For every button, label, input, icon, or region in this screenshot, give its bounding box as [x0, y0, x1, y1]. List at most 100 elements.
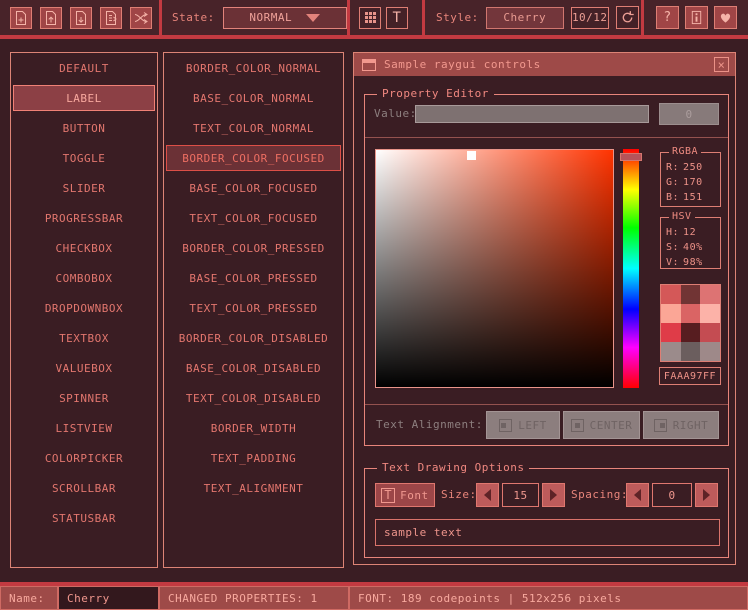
properties-list-item[interactable]: BORDER_COLOR_FOCUSED [166, 145, 341, 171]
controls-list-item[interactable]: COMBOBOX [13, 265, 155, 291]
properties-list-item[interactable]: TEXT_COLOR_DISABLED [166, 385, 341, 411]
grid-icon [365, 12, 376, 23]
save-file-button[interactable] [70, 7, 92, 29]
color-picker-panel[interactable] [375, 149, 614, 388]
controls-list-item[interactable]: STATUSBAR [13, 505, 155, 531]
style-name-input[interactable]: Cherry [58, 586, 159, 610]
close-icon[interactable]: × [714, 57, 729, 72]
properties-list-item[interactable]: BORDER_COLOR_DISABLED [166, 325, 341, 351]
controls-list-item[interactable]: TEXTBOX [13, 325, 155, 351]
properties-list-item[interactable]: BORDER_WIDTH [166, 415, 341, 441]
value-slider[interactable] [415, 105, 649, 123]
arrow-right-icon [550, 489, 557, 501]
new-file-button[interactable] [10, 7, 32, 29]
controls-list-item[interactable]: BUTTON [13, 115, 155, 141]
window-titlebar[interactable]: Sample raygui controls × [354, 53, 735, 76]
palette-color-cell[interactable] [700, 285, 720, 304]
spacing-value-box[interactable]: 0 [652, 483, 692, 507]
new-file-icon [13, 10, 29, 26]
font-button[interactable]: T Font [375, 483, 435, 507]
font-button-label: Font [400, 489, 429, 502]
toolbar-divider [0, 35, 748, 39]
properties-list-item[interactable]: BASE_COLOR_NORMAL [166, 85, 341, 111]
save-file-icon [73, 10, 89, 26]
text-options-title: Text Drawing Options [377, 461, 529, 474]
controls-list-item[interactable]: VALUEBOX [13, 355, 155, 381]
controls-list-item[interactable]: SPINNER [13, 385, 155, 411]
help-button[interactable]: ? [656, 6, 679, 29]
properties-list-item[interactable]: TEXT_COLOR_FOCUSED [166, 205, 341, 231]
sample-text-input[interactable]: sample text [375, 519, 720, 546]
palette-color-cell[interactable] [700, 323, 720, 342]
reload-style-button[interactable] [616, 6, 639, 29]
palette-color-cell[interactable] [700, 342, 720, 361]
color-palette [660, 284, 721, 362]
properties-list-item[interactable]: TEXT_ALIGNMENT [166, 475, 341, 501]
rguistyler-app: State: NORMAL T Style: Cherry 10/12 [0, 0, 748, 610]
open-file-button[interactable] [40, 7, 62, 29]
properties-list-item[interactable]: TEXT_COLOR_PRESSED [166, 295, 341, 321]
properties-list-item[interactable]: TEXT_COLOR_NORMAL [166, 115, 341, 141]
controls-list-item[interactable]: DEFAULT [13, 55, 155, 81]
spacing-decrease-button[interactable] [626, 483, 649, 507]
rgba-row: R:250 [666, 160, 720, 175]
controls-list-item[interactable]: TOGGLE [13, 145, 155, 171]
align-left-button[interactable]: LEFT [486, 411, 560, 439]
rgba-title: RGBA [669, 146, 701, 157]
palette-color-cell[interactable] [681, 323, 701, 342]
size-value-box[interactable]: 15 [502, 483, 539, 507]
state-label: State: [172, 11, 215, 24]
style-name: Cherry [503, 11, 546, 24]
hue-slider[interactable] [623, 149, 639, 388]
hsv-row: S:40% [666, 240, 720, 255]
size-decrease-button[interactable] [476, 483, 499, 507]
palette-color-cell[interactable] [661, 342, 681, 361]
color-picker-cursor[interactable] [467, 151, 476, 160]
controls-list-item[interactable]: CHECKBOX [13, 235, 155, 261]
controls-list-item[interactable]: LISTVIEW [13, 415, 155, 441]
align-button-label: RIGHT [673, 419, 709, 432]
text-mode-icon: T [393, 10, 402, 26]
align-button-label: CENTER [590, 419, 633, 432]
sponsor-button[interactable] [714, 6, 737, 29]
controls-list-item[interactable]: LABEL [13, 85, 155, 111]
hue-slider-handle[interactable] [620, 153, 642, 161]
properties-list-item[interactable]: BORDER_COLOR_NORMAL [166, 55, 341, 81]
controls-list-item[interactable]: DROPDOWNBOX [13, 295, 155, 321]
arrow-left-icon [634, 489, 641, 501]
help-icon: ? [663, 10, 671, 25]
properties-list-item[interactable]: BASE_COLOR_FOCUSED [166, 175, 341, 201]
about-button[interactable] [685, 6, 708, 29]
palette-color-cell[interactable] [661, 304, 681, 323]
align-right-button[interactable]: RIGHT [643, 411, 719, 439]
font-T-icon: T [381, 488, 395, 503]
separator-line [365, 137, 728, 138]
spacing-increase-button[interactable] [695, 483, 718, 507]
randomize-style-button[interactable] [130, 7, 152, 29]
state-dropdown[interactable]: NORMAL [223, 7, 347, 29]
properties-list-item[interactable]: BASE_COLOR_PRESSED [166, 265, 341, 291]
font-preview-button[interactable]: T [386, 7, 408, 29]
palette-color-cell[interactable] [681, 285, 701, 304]
palette-color-cell[interactable] [661, 285, 681, 304]
hsv-group: HSV H:12S:40%V:98% [660, 217, 721, 269]
control-table-button[interactable] [359, 7, 381, 29]
export-file-icon [103, 10, 119, 26]
palette-color-cell[interactable] [700, 304, 720, 323]
properties-list-item[interactable]: BORDER_COLOR_PRESSED [166, 235, 341, 261]
properties-list-item[interactable]: TEXT_PADDING [166, 445, 341, 471]
palette-color-cell[interactable] [681, 304, 701, 323]
palette-color-cell[interactable] [681, 342, 701, 361]
style-selector-button[interactable]: Cherry [486, 7, 564, 29]
controls-list-item[interactable]: PROGRESSBAR [13, 205, 155, 231]
export-file-button[interactable] [100, 7, 122, 29]
value-box[interactable]: 0 [659, 103, 719, 125]
align-center-button[interactable]: CENTER [563, 411, 640, 439]
properties-list-item[interactable]: BASE_COLOR_DISABLED [166, 355, 341, 381]
controls-list-item[interactable]: SLIDER [13, 175, 155, 201]
size-increase-button[interactable] [542, 483, 565, 507]
controls-list-item[interactable]: SCROLLBAR [13, 475, 155, 501]
controls-list-item[interactable]: COLORPICKER [13, 445, 155, 471]
hex-value-box[interactable]: FAAA97FF [659, 367, 721, 385]
palette-color-cell[interactable] [661, 323, 681, 342]
